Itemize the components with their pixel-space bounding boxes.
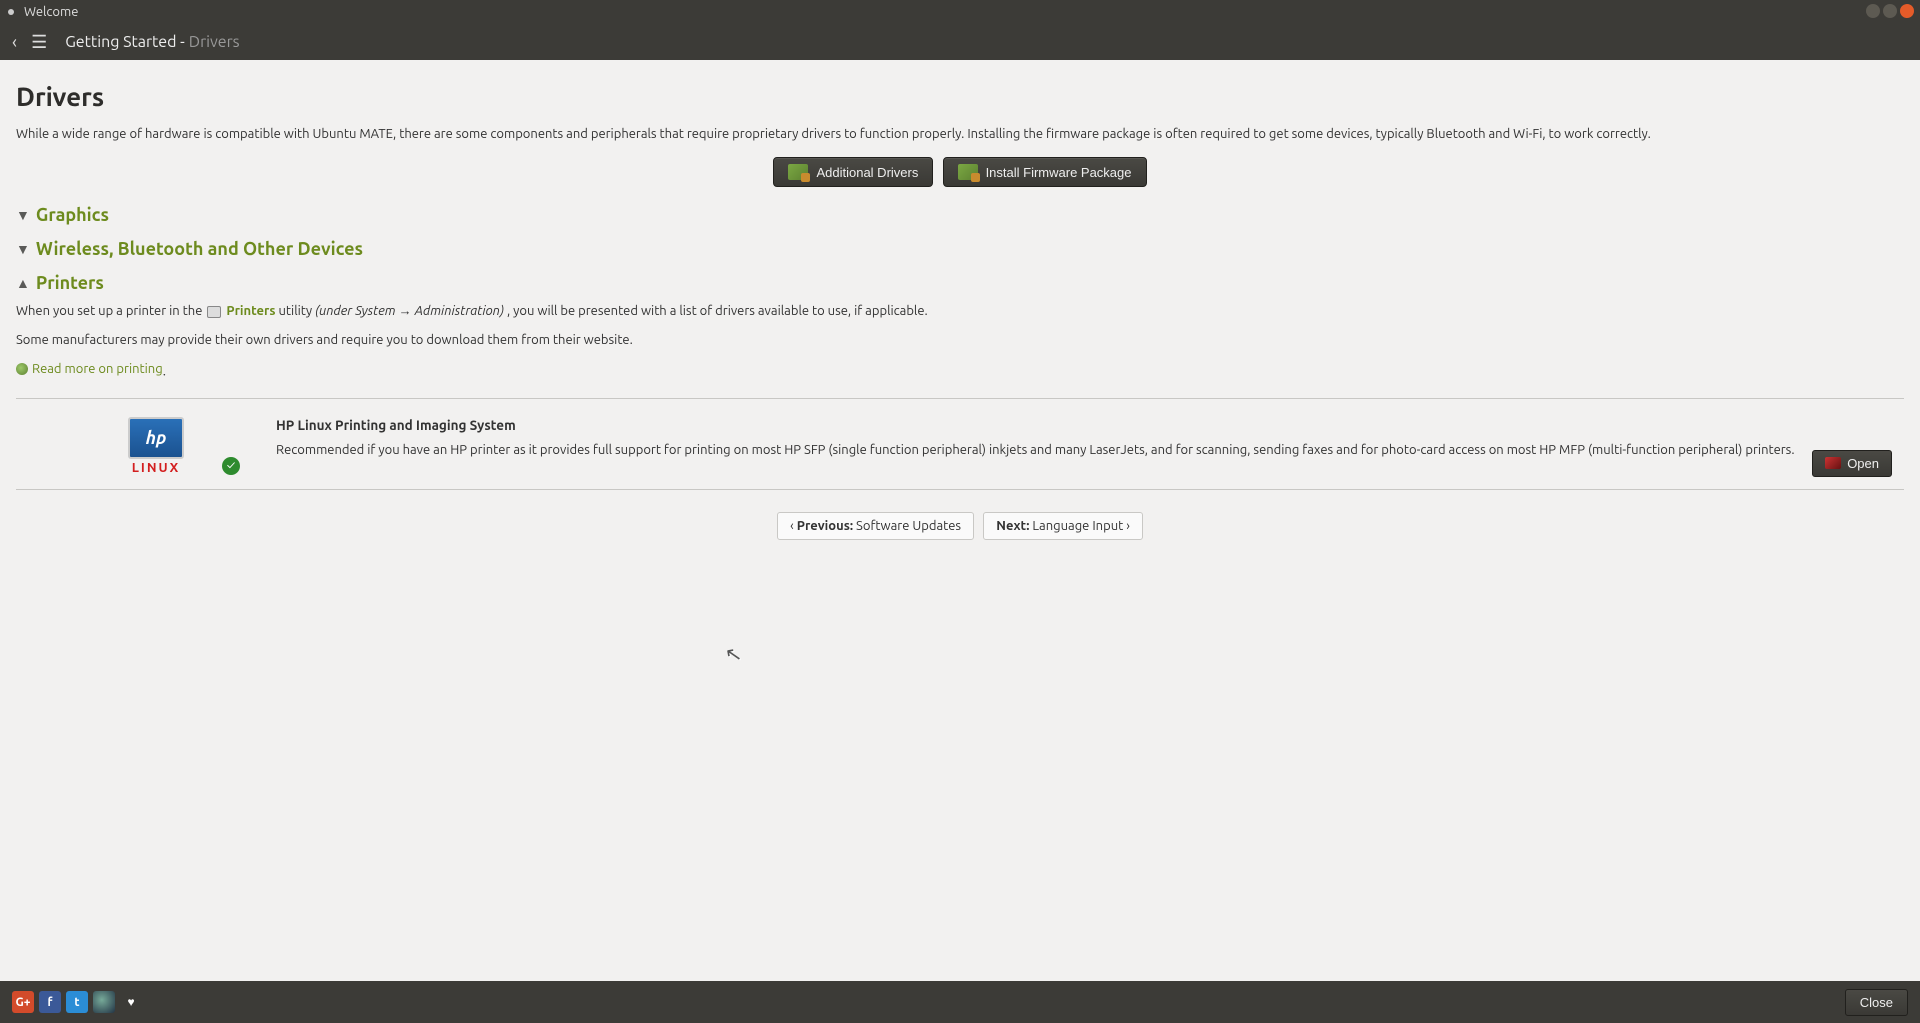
breadcrumb-root: Getting Started - xyxy=(65,33,185,51)
content-area: Drivers While a wide range of hardware i… xyxy=(0,60,1920,981)
heart-icon[interactable]: ♥ xyxy=(120,991,142,1013)
window-close-button[interactable] xyxy=(1900,4,1914,18)
previous-label: Previous: xyxy=(797,519,853,533)
printers-paragraph-2: Some manufacturers may provide their own… xyxy=(16,330,1904,351)
google-plus-icon[interactable]: G+ xyxy=(12,991,34,1013)
next-button[interactable]: Next: Language Input › xyxy=(983,512,1143,540)
social-icons: G+ f t ♥ xyxy=(12,991,142,1013)
chevron-down-icon: ▼ xyxy=(16,207,30,223)
hp-open-icon xyxy=(1825,457,1841,469)
printers-paragraph-1: When you set up a printer in the Printer… xyxy=(16,301,1904,322)
section-graphics[interactable]: ▼ Graphics xyxy=(16,205,1904,225)
section-printers-label: Printers xyxy=(36,273,104,293)
app-indicator-icon xyxy=(8,9,14,15)
hp-linux-label: LINUX xyxy=(76,461,236,475)
hp-description: Recommended if you have an HP printer as… xyxy=(276,441,1884,461)
section-wireless-label: Wireless, Bluetooth and Other Devices xyxy=(36,239,363,259)
chevron-down-icon: ▼ xyxy=(16,241,30,257)
chevron-right-icon: › xyxy=(1126,519,1130,533)
next-label: Next: xyxy=(996,519,1029,533)
section-wireless[interactable]: ▼ Wireless, Bluetooth and Other Devices xyxy=(16,239,1904,259)
page-title: Drivers xyxy=(16,82,1904,111)
additional-drivers-button[interactable]: Additional Drivers xyxy=(773,157,933,187)
previous-button[interactable]: ‹ Previous: Software Updates xyxy=(777,512,974,540)
hp-title: HP Linux Printing and Imaging System xyxy=(276,417,1884,433)
twitter-icon[interactable]: t xyxy=(66,991,88,1013)
next-value: Language Input xyxy=(1032,519,1123,533)
hp-text-column: HP Linux Printing and Imaging System Rec… xyxy=(236,417,1884,475)
intro-text: While a wide range of hardware is compat… xyxy=(16,125,1904,143)
close-button[interactable]: Close xyxy=(1845,989,1908,1016)
pager: ‹ Previous: Software Updates Next: Langu… xyxy=(16,512,1904,540)
facebook-icon[interactable]: f xyxy=(39,991,61,1013)
open-hp-label: Open xyxy=(1847,456,1879,471)
hp-logo-column: hp LINUX ✓ xyxy=(76,417,236,475)
printers-path-hint: (under System → Administration) xyxy=(315,304,504,318)
chevron-left-icon: ‹ xyxy=(790,519,797,533)
maximize-button[interactable] xyxy=(1883,4,1897,18)
driver-chip-icon xyxy=(788,164,808,180)
globe-icon xyxy=(16,363,28,375)
additional-drivers-label: Additional Drivers xyxy=(816,165,918,180)
ubuntu-mate-icon[interactable] xyxy=(93,991,115,1013)
back-button[interactable]: ‹ xyxy=(12,32,17,52)
printers-body: When you set up a printer in the Printer… xyxy=(16,301,1904,382)
hp-logo-icon: hp xyxy=(128,417,184,459)
install-firmware-label: Install Firmware Package xyxy=(986,165,1132,180)
firmware-chip-icon xyxy=(958,164,978,180)
installed-check-icon: ✓ xyxy=(222,457,240,475)
printers-readmore-row: Read more on printing . xyxy=(16,359,1904,382)
driver-buttons-row: Additional Drivers Install Firmware Pack… xyxy=(16,157,1904,187)
printer-icon xyxy=(207,306,221,318)
section-printers[interactable]: ▲ Printers xyxy=(16,273,1904,293)
read-more-printing-link[interactable]: Read more on printing xyxy=(16,359,163,380)
open-hp-button[interactable]: Open xyxy=(1812,450,1892,477)
window-titlebar: Welcome xyxy=(0,0,1920,24)
window-controls xyxy=(1866,4,1914,18)
minimize-button[interactable] xyxy=(1866,4,1880,18)
breadcrumb-current: Drivers xyxy=(189,33,240,51)
app-header: ‹ ☰ Getting Started - Drivers xyxy=(0,24,1920,60)
window-title: Welcome xyxy=(24,5,78,19)
menu-button[interactable]: ☰ xyxy=(31,33,47,51)
printers-utility-link[interactable]: Printers xyxy=(226,304,275,318)
install-firmware-button[interactable]: Install Firmware Package xyxy=(943,157,1147,187)
hp-driver-card: hp LINUX ✓ HP Linux Printing and Imaging… xyxy=(16,399,1904,490)
chevron-up-icon: ▲ xyxy=(16,275,30,291)
footer-bar: G+ f t ♥ Close xyxy=(0,981,1920,1023)
section-graphics-label: Graphics xyxy=(36,205,109,225)
previous-value: Software Updates xyxy=(856,519,961,533)
